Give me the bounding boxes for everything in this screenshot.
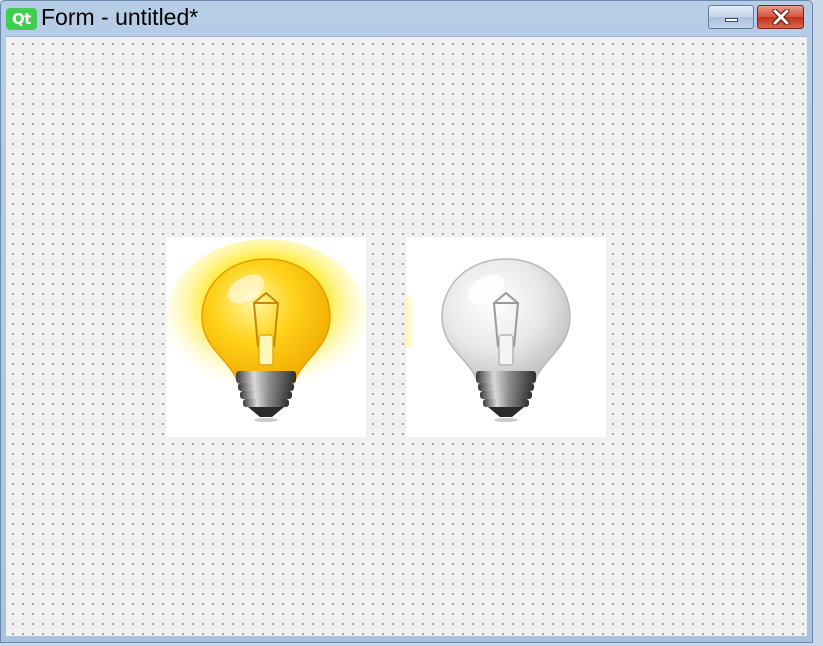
- close-button[interactable]: [757, 5, 804, 29]
- lightbulb-on-icon: [166, 239, 366, 422]
- qt-logo-icon: Qt: [6, 8, 37, 30]
- form-canvas[interactable]: [6, 36, 807, 636]
- lightbulb-off-icon: [406, 258, 571, 422]
- designer-form-window: Qt Form - untitled*: [0, 0, 813, 643]
- title-bar[interactable]: Qt Form - untitled*: [1, 1, 812, 35]
- minimize-icon: [725, 18, 738, 22]
- bulb-off-label[interactable]: [406, 237, 606, 437]
- close-icon: [772, 9, 790, 25]
- minimize-button[interactable]: [708, 5, 754, 29]
- bulb-on-label[interactable]: [166, 237, 366, 437]
- window-title: Form - untitled*: [41, 4, 199, 30]
